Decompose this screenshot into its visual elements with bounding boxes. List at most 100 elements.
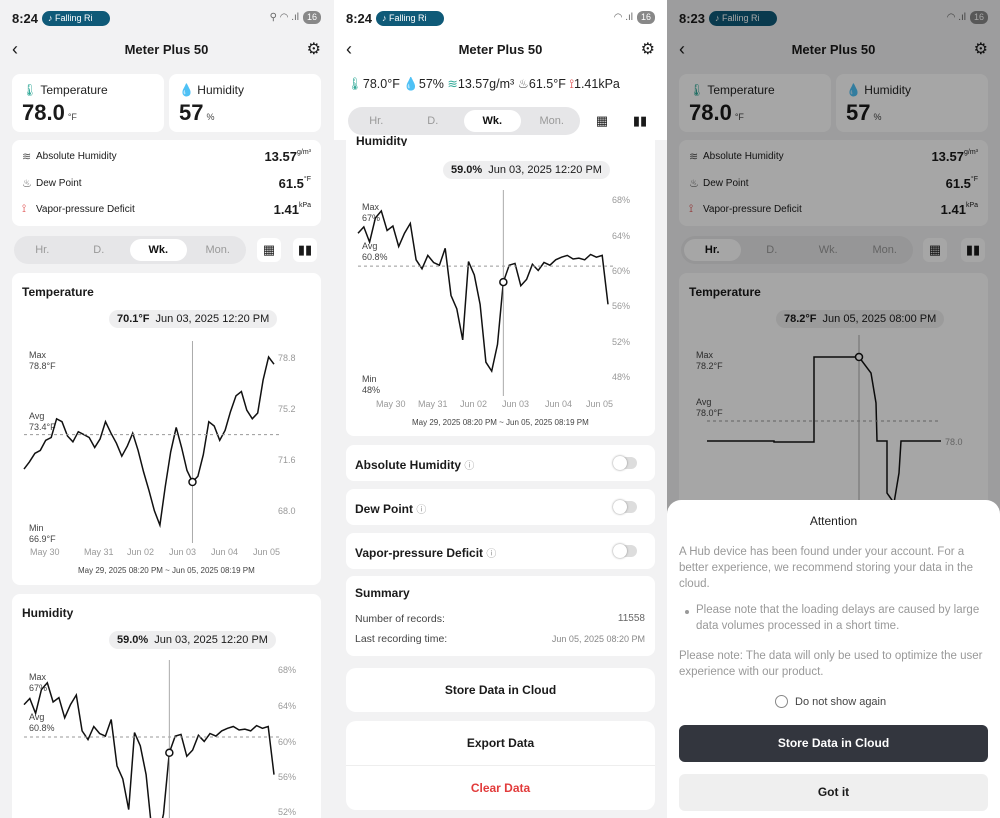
status-bar: 8:24 ♪ Falling Ri ⚲ ◠ .ıl 16 [0,0,333,36]
attention-dialog: Attention A Hub device has been found un… [667,500,1000,818]
dew-point-icon: ♨ [517,77,529,91]
dialog-note: Please note: The data will only be used … [679,650,983,678]
x-tick: May 31 [84,547,114,557]
detail-vpd: ⟟ Vapor-pressure Deficit 1.41kPa [22,201,311,217]
x-tick: Jun 05 [586,399,614,409]
detail-dew-point: ♨ Dew Point 61.5°F [22,175,311,191]
temperature-chart-card: Temperature 70.1°F Jun 03, 2025 12:20 PM … [12,273,321,585]
x-tick: Jun 05 [253,547,281,557]
now-playing-pill[interactable]: ♪ Falling Ri [376,11,444,26]
tab-month[interactable]: Mon. [190,236,247,264]
records-label: Number of records: [355,613,445,625]
dialog-title: Attention [809,514,858,528]
period-tabs: Hr. D. Wk. Mon. [348,107,580,135]
humidity-value: 57% [179,100,215,125]
last-recording-label: Last recording time: [355,633,448,645]
info-icon[interactable]: ⓘ [464,461,474,472]
vpd-icon: ⟟ [22,202,27,215]
date-range: May 29, 2025 08:20 PM ~ Jun 05, 2025 08:… [412,418,589,427]
humidity-series-line [357,209,609,374]
summary-card: Summary Number of records: 11558 Last re… [346,576,655,656]
info-icon[interactable]: ⓘ [416,505,426,516]
cursor-point [499,277,508,287]
humidity-series-line [23,681,275,818]
nav-bar: ‹ Meter Plus 50 ⚙ [0,36,333,64]
export-data-button[interactable]: Export Data [346,721,655,765]
tab-hour[interactable]: Hr. [348,107,405,135]
screen-3: 8:23 ♪ Falling Ri ◠ .ıl 16 ‹ Meter Plus 5… [667,0,1000,818]
dialog-body: A Hub device has been found under your a… [679,546,974,590]
battery-icon: 16 [302,11,321,24]
bar-chart-icon[interactable]: ▮▮ [293,238,317,262]
absolute-humidity-toggle[interactable] [613,456,637,470]
absolute-humidity-icon: ≋ [22,150,32,163]
toggle-row-dew-point[interactable]: Dew Point ⓘ [346,489,655,525]
tab-week[interactable]: Wk. [464,110,521,132]
temperature-card: 🌡 Temperature 78.0 °F [12,74,164,132]
tab-day[interactable]: D. [405,107,462,135]
dialog-bullet: Please note that the loading delays are … [696,604,980,632]
droplet-icon: 💧 [179,83,194,97]
temperature-series-line [23,355,275,529]
info-icon[interactable]: ⓘ [486,549,496,560]
tab-week[interactable]: Wk. [130,239,187,261]
x-tick: Jun 02 [127,547,155,557]
status-time: 8:24 [346,11,373,26]
calendar-icon[interactable]: ▦ [590,109,614,133]
thermometer-icon: 🌡 [22,83,38,97]
toggle-label: Vapor-pressure Deficit ⓘ [355,546,497,560]
gear-icon[interactable]: ⚙ [641,39,655,59]
details-card: ≋ Absolute Humidity 13.57g/m³ ♨ Dew Point 61… [12,140,321,226]
humidity-chart-card: Humidity 59.0% Jun 03, 2025 12:20 PM Max 6… [12,594,321,818]
toggle-label: Dew Point ⓘ [355,502,427,516]
tab-day[interactable]: D. [71,236,128,264]
tab-month[interactable]: Mon. [524,107,581,135]
humidity-line-chart[interactable] [346,140,655,436]
records-value: 11558 [617,613,645,624]
humidity-card: 💧 Humidity 57% [169,74,321,132]
last-recording-value: Jun 05, 2025 08:20 PM [551,634,645,644]
calendar-icon[interactable]: ▦ [257,238,281,262]
toggle-label: Absolute Humidity ⓘ [355,458,475,472]
bar-chart-icon[interactable]: ▮▮ [628,109,652,133]
nav-bar: ‹ Meter Plus 50 ⚙ [334,36,667,64]
page-title: Meter Plus 50 [458,42,543,57]
humidity-label: 💧 Humidity [179,83,244,97]
do-not-show-checkbox[interactable] [775,695,788,708]
x-tick: Jun 04 [545,399,573,409]
cursor-point [165,748,174,757]
gear-icon[interactable]: ⚙ [307,39,321,59]
x-tick: Jun 03 [169,547,197,557]
battery-icon: 16 [636,11,655,24]
status-icons: ◠ .ıl 16 [614,11,655,24]
store-cloud-primary-button[interactable]: Store Data in Cloud [679,725,988,762]
x-tick: May 30 [30,547,60,557]
droplet-icon: 💧 [403,77,419,91]
store-cloud-button[interactable]: Store Data in Cloud [346,668,655,712]
humidity-chart-card: Humidity 59.0% Jun 03, 2025 12:20 PM Max 6… [346,134,655,436]
period-tabs: Hr. D. Wk. Mon. [14,236,246,264]
status-time: 8:24 [12,11,39,26]
detail-absolute-humidity: ≋ Absolute Humidity 13.57g/m³ [22,148,311,164]
humidity-line-chart[interactable] [12,594,321,818]
clear-data-button[interactable]: Clear Data [346,766,655,810]
now-playing-pill[interactable]: ♪ Falling Ri [42,11,110,26]
got-it-button[interactable]: Got it [679,774,988,811]
x-tick: Jun 02 [460,399,488,409]
toggle-row-vpd[interactable]: Vapor-pressure Deficit ⓘ [346,533,655,569]
summary-title: Summary [355,586,410,600]
bullet-dot-icon [685,610,689,614]
temperature-line-chart[interactable] [12,273,321,585]
vpd-toggle[interactable] [613,544,637,558]
tab-hour[interactable]: Hr. [14,236,71,264]
do-not-show-label[interactable]: Do not show again [795,696,886,708]
screen-1: 8:24 ♪ Falling Ri ⚲ ◠ .ıl 16 ‹ Meter Plus… [0,0,333,818]
x-tick: Jun 04 [211,547,239,557]
cursor-point [188,477,197,487]
screen-2: 8:24 ♪ Falling Ri ◠ .ıl 16 ‹ Meter Plus 5… [334,0,667,818]
temperature-value: 78.0 °F [22,100,77,125]
thermometer-icon: 🌡 [347,77,363,91]
toggle-row-absolute-humidity[interactable]: Absolute Humidity ⓘ [346,445,655,481]
dew-point-toggle[interactable] [613,500,637,514]
x-tick: May 30 [376,399,406,409]
